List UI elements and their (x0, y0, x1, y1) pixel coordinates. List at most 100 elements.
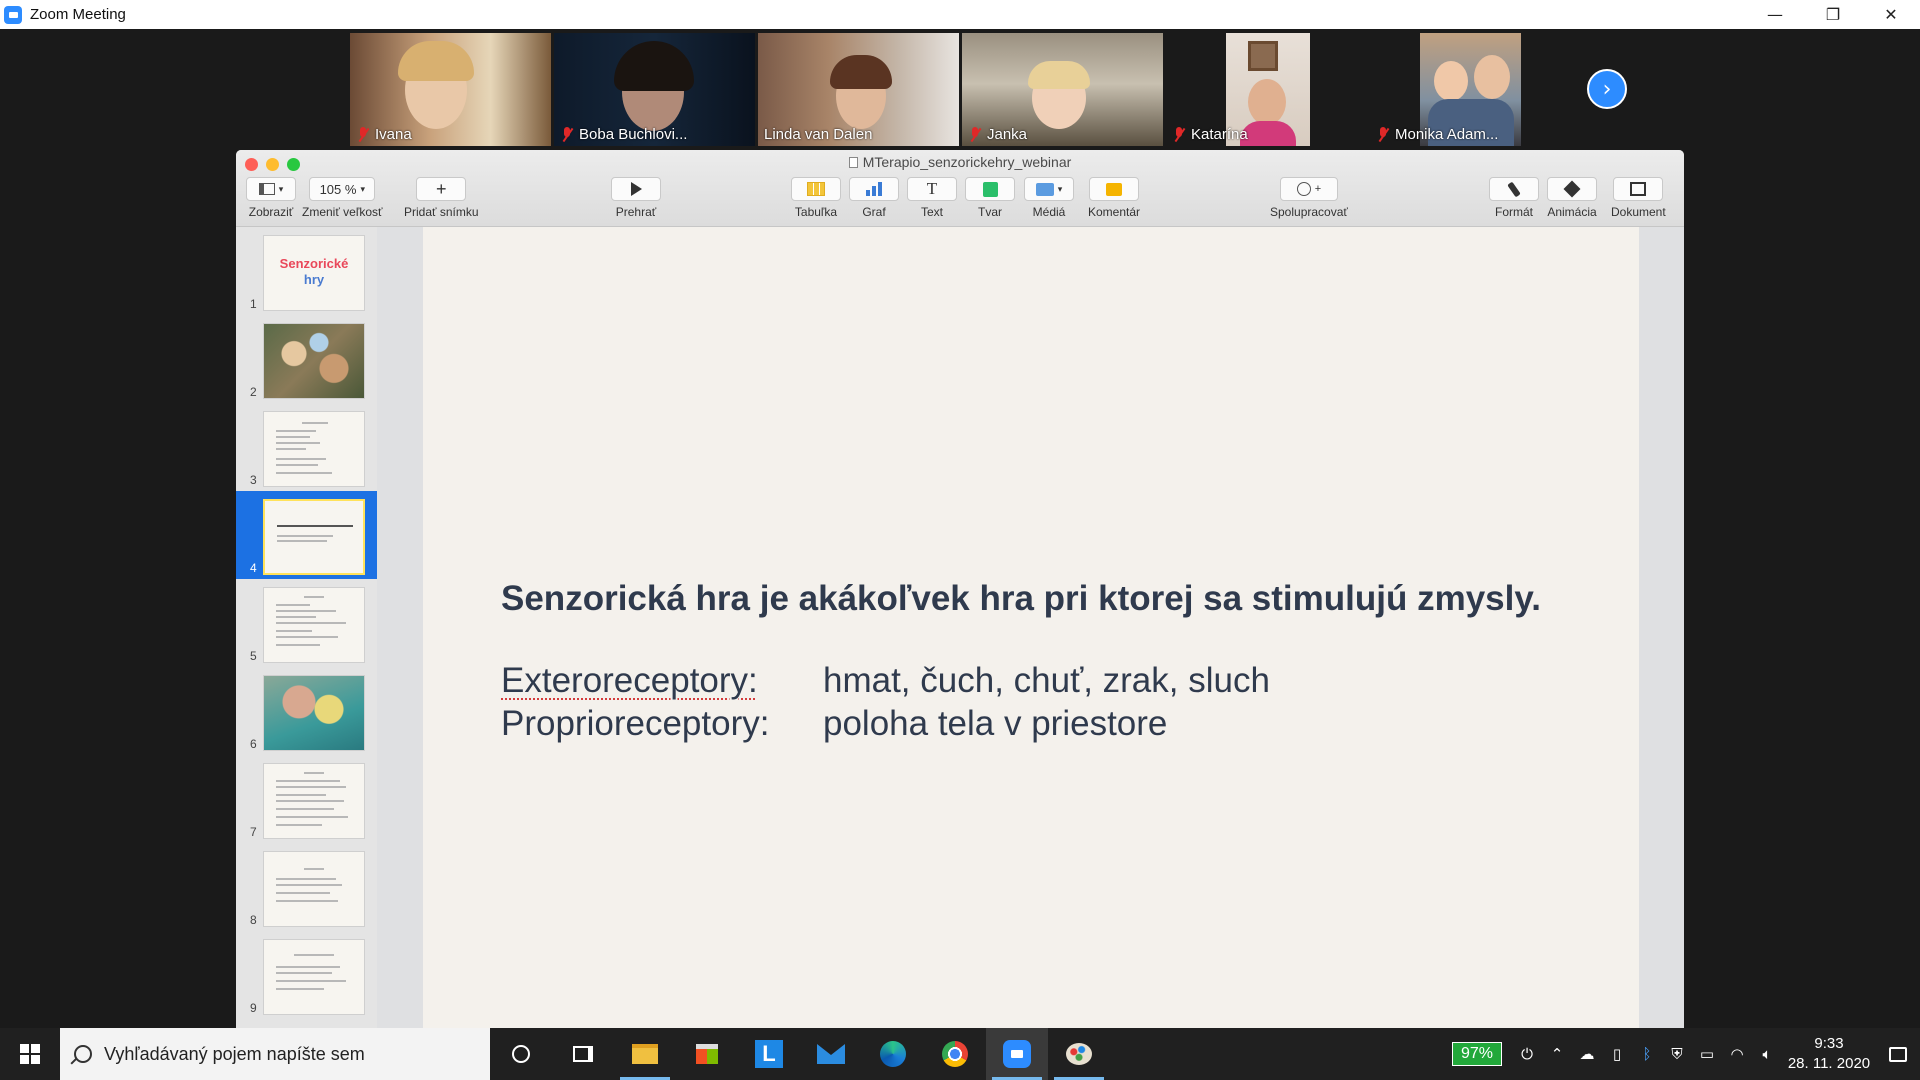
notifications-button[interactable] (1876, 1028, 1920, 1080)
zoom-icon (1003, 1040, 1031, 1068)
search-placeholder: Vyhľadávaný pojem napíšte sem (104, 1043, 365, 1064)
folder-icon (632, 1044, 658, 1064)
zoom-value: 105 % (319, 181, 357, 197)
collaborate-tool[interactable]: + Spolupracovať (1270, 177, 1348, 219)
animate-icon (1563, 180, 1581, 198)
animate-tool[interactable]: Animácia (1547, 177, 1597, 219)
slide-thumbnail[interactable]: 7 (236, 755, 377, 843)
table-tool[interactable]: Tabuľka (791, 177, 841, 219)
slide-thumbnail[interactable]: 5 (236, 579, 377, 667)
chevron-right-icon: › (1602, 76, 1612, 102)
thumbnail-number: 5 (250, 649, 257, 663)
task-view-icon (573, 1046, 593, 1062)
volume-icon[interactable]: 🔈︎ (1752, 1028, 1782, 1080)
slide-thumbnail[interactable]: 6 (236, 667, 377, 755)
clock-date: 28. 11. 2020 (1787, 1055, 1871, 1072)
slide-thumbnail-selected[interactable]: 4 (236, 491, 377, 579)
participant-tile-active[interactable]: Linda van Dalen (758, 33, 959, 146)
comment-tool[interactable]: Komentár (1088, 177, 1140, 219)
participant-tile[interactable]: Ivana (350, 33, 551, 146)
system-tray: 97% ⏻ ⌃ ☁ ▯ ᛒ ⛨ ▭ ◠ 🔈︎ 9:33 28. 11. 2020 (1451, 1028, 1920, 1080)
participant-tile[interactable]: Katarína (1166, 33, 1367, 146)
slide-thumbnail[interactable]: 9 (236, 931, 377, 1019)
chevron-up-icon[interactable]: ⌃ (1542, 1028, 1572, 1080)
minimize-button[interactable]: — (1746, 0, 1804, 29)
clock-time: 9:33 (1814, 1035, 1844, 1052)
task-view-button[interactable] (552, 1028, 614, 1080)
participant-tile[interactable]: Boba Buchlovi... (554, 33, 755, 146)
slide-thumbnail[interactable]: 3 (236, 403, 377, 491)
slide-thumbnail[interactable]: Senzorické hry 1 (236, 227, 377, 315)
slide-row-proprioreceptory: Proprioreceptory: poloha tela v priestore (501, 704, 1167, 744)
slide-canvas: Senzorická hra je akákoľvek hra pri ktor… (377, 227, 1684, 1028)
shape-tool[interactable]: Tvar (965, 177, 1015, 219)
battery-icon[interactable]: ▭ (1692, 1028, 1722, 1080)
text-icon: T (926, 179, 938, 198)
view-tool[interactable]: ▾ Zobraziť (246, 177, 296, 219)
edge-button[interactable] (862, 1028, 924, 1080)
restore-button[interactable]: ❐ (1804, 0, 1862, 29)
clock[interactable]: 9:33 28. 11. 2020 (1782, 1034, 1876, 1074)
onedrive-icon[interactable]: ☁ (1572, 1028, 1602, 1080)
participant-name: Linda van Dalen (764, 126, 873, 143)
add-slide-tool[interactable]: + Pridať snímku (404, 177, 479, 219)
thumbnail-title: hry (303, 272, 325, 287)
gallery-next-button[interactable]: › (1587, 69, 1627, 109)
plug-icon[interactable]: ⏻ (1512, 1028, 1542, 1080)
mail-button[interactable] (800, 1028, 862, 1080)
chevron-down-icon: ▾ (278, 183, 284, 194)
security-shield-icon[interactable]: ⛨ (1662, 1028, 1692, 1080)
slide-thumbnail[interactable]: 2 (236, 315, 377, 403)
zoom-title-bar: Zoom Meeting — ❐ ✕ (0, 0, 1920, 29)
window-title: Zoom Meeting (30, 6, 126, 23)
paintbrush-icon (1507, 181, 1521, 197)
battery-indicator[interactable]: 97% (1451, 1042, 1502, 1066)
zoom-tool[interactable]: 105 % ▾ Zmeniť veľkosť (302, 177, 383, 219)
document-tool[interactable]: Dokument (1611, 177, 1666, 219)
media-tool[interactable]: ▾ Médiá (1024, 177, 1074, 219)
thumbnail-number: 8 (250, 913, 257, 927)
participant-tile[interactable]: Monika Adam... (1370, 33, 1571, 146)
current-slide[interactable]: Senzorická hra je akákoľvek hra pri ktor… (423, 227, 1639, 1028)
close-button[interactable]: ✕ (1862, 0, 1920, 29)
thumbnail-number: 4 (250, 561, 257, 575)
paint-button[interactable] (1048, 1028, 1110, 1080)
slide-value: hmat, čuch, chuť, zrak, sluch (823, 661, 1270, 700)
participant-tile[interactable]: Janka (962, 33, 1163, 146)
cortana-button[interactable] (490, 1028, 552, 1080)
thumbnail-number: 6 (250, 737, 257, 751)
zoom-taskbar-button[interactable] (986, 1028, 1048, 1080)
start-button[interactable] (0, 1028, 60, 1080)
store-button[interactable] (676, 1028, 738, 1080)
bluetooth-icon[interactable]: ᛒ (1632, 1028, 1662, 1080)
plus-icon: + (436, 178, 447, 199)
chart-tool[interactable]: Graf (849, 177, 899, 219)
text-tool[interactable]: T Text (907, 177, 957, 219)
app-l-button[interactable]: L (738, 1028, 800, 1080)
paint-palette-icon (1066, 1043, 1092, 1065)
chevron-down-icon: ▾ (1057, 183, 1063, 194)
document-title: MTerapio_senzorickehry_webinar (236, 154, 1684, 170)
taskbar-search[interactable]: Vyhľadávaný pojem napíšte sem (60, 1028, 490, 1080)
sidebar-view-icon (258, 183, 275, 195)
slide-term: Proprioreceptory: (501, 704, 770, 743)
windows-taskbar: Vyhľadávaný pojem napíšte sem L 97% ⏻ ⌃ … (0, 1028, 1920, 1080)
mic-muted-icon (968, 126, 982, 143)
chrome-button[interactable] (924, 1028, 986, 1080)
thumbnail-number: 9 (250, 1001, 257, 1015)
file-explorer-button[interactable] (614, 1028, 676, 1080)
keynote-toolbar: MTerapio_senzorickehry_webinar ▾ Zobrazi… (236, 150, 1684, 227)
slide-value: poloha tela v priestore (823, 704, 1168, 743)
usb-icon[interactable]: ▯ (1602, 1028, 1632, 1080)
mic-muted-icon (1172, 126, 1186, 143)
format-tool[interactable]: Formát (1489, 177, 1539, 219)
l-app-icon: L (755, 1040, 783, 1068)
store-icon (696, 1044, 718, 1064)
table-icon (807, 182, 825, 196)
comment-icon (1106, 182, 1123, 196)
slide-row-exteroreceptory: Exteroreceptory: hmat, čuch, chuť, zrak, … (501, 661, 1270, 701)
wifi-icon[interactable]: ◠ (1722, 1028, 1752, 1080)
play-tool[interactable]: Prehrať (611, 177, 661, 219)
slide-thumbnail[interactable]: 8 (236, 843, 377, 931)
participant-name: Boba Buchlovi... (560, 126, 687, 143)
